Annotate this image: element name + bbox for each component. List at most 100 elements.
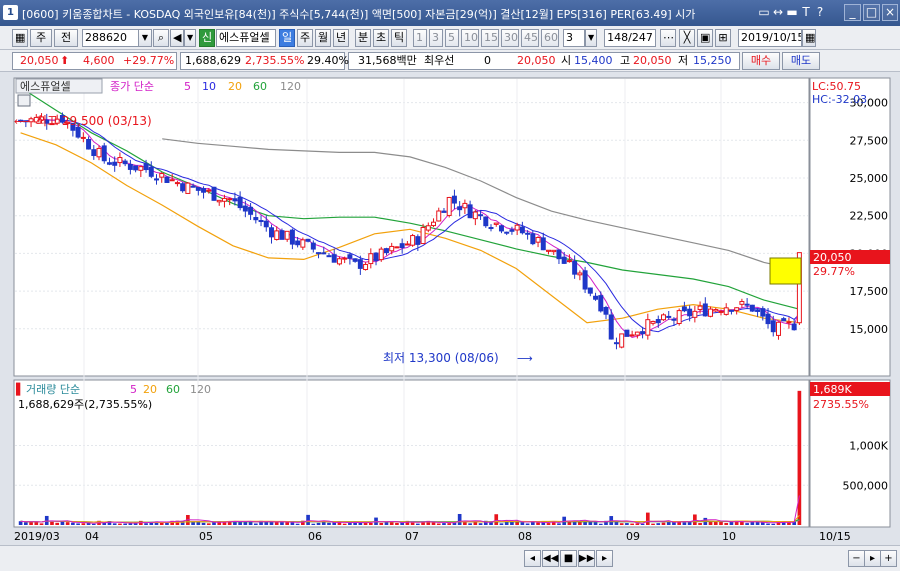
interval-5[interactable]: 5 (445, 29, 459, 47)
crosshair-icon[interactable]: ⋯ (660, 29, 676, 47)
candle-body (431, 221, 437, 227)
period-month[interactable]: 월 (315, 29, 331, 47)
zoom-out-button[interactable]: − (848, 550, 865, 567)
volume-bar (494, 514, 499, 525)
menu-select[interactable]: 주 (30, 29, 52, 47)
arrow-left-right-icon[interactable]: ↔ (771, 4, 785, 20)
volume-bar (144, 523, 148, 525)
volume-bar (771, 523, 776, 525)
candle-body (342, 257, 348, 260)
candle-body (462, 202, 468, 209)
volume-tick-label: 500,000 (843, 479, 889, 492)
candle-body (399, 243, 405, 249)
buy-button[interactable]: 매수 (742, 52, 780, 70)
chevron-down-icon[interactable]: ▼ (138, 29, 152, 47)
window-icon[interactable]: ▭ (757, 4, 771, 20)
new-badge: 신 (199, 29, 215, 47)
bar-icon[interactable]: ▬ (785, 4, 799, 20)
search-icon[interactable]: ⌕ (153, 29, 169, 47)
candle-body (117, 157, 123, 164)
volume-bar (65, 522, 70, 525)
close-button[interactable]: × (882, 4, 898, 21)
volume-bar (619, 523, 624, 525)
candle-body (572, 260, 578, 275)
best-label: 최우선 (424, 54, 455, 67)
volume-bar (651, 523, 655, 525)
highlight-box[interactable] (769, 257, 802, 285)
volume-bar (285, 522, 290, 525)
font-icon[interactable]: T (799, 4, 813, 20)
period-tick[interactable]: 틱 (391, 29, 407, 47)
period-second[interactable]: 초 (373, 29, 389, 47)
candle-body (310, 242, 316, 250)
interval-input[interactable]: 3 (563, 29, 585, 47)
vol-ma-period-120: 120 (190, 383, 211, 396)
volume-bar (698, 523, 702, 525)
volume-bar (755, 522, 760, 525)
zoom-in-button[interactable]: + (880, 550, 897, 567)
stop-button[interactable]: ■ (560, 550, 577, 567)
x-tick-label: 08 (518, 530, 532, 543)
prev-button[interactable]: ◀◀ (542, 550, 559, 567)
interval-3[interactable]: 3 (429, 29, 443, 47)
volume-bar (598, 523, 603, 525)
candle-body (420, 227, 426, 245)
calendar-icon[interactable]: ▦ (802, 29, 816, 47)
trend-icon[interactable]: ╳ (679, 29, 695, 47)
x-tick-label: 10 (722, 530, 736, 543)
current-volume-label: 1,689K (813, 383, 852, 396)
prev-select[interactable]: 전 (54, 29, 78, 47)
interval-1[interactable]: 1 (413, 29, 427, 47)
minimize-button[interactable]: _ (844, 4, 861, 21)
stock-code-input[interactable]: 288620 (82, 29, 140, 47)
interval-30[interactable]: 30 (501, 29, 519, 47)
last-button[interactable]: ▸ (596, 550, 613, 567)
candle-body (478, 214, 484, 217)
grid-icon[interactable]: ⊞ (715, 29, 731, 47)
date-input[interactable]: 2019/10/15 (738, 29, 802, 47)
interval-10[interactable]: 10 (461, 29, 479, 47)
volume-bar (661, 522, 666, 525)
sell-button[interactable]: 매도 (782, 52, 820, 70)
candle-body (242, 205, 248, 212)
chevron-down-icon[interactable]: ▼ (585, 29, 597, 47)
pan-right-button[interactable]: ▸ (864, 550, 881, 567)
turnover: 29.40% (307, 54, 349, 67)
speaker-icon[interactable]: ◀ (170, 29, 184, 47)
candle-body (708, 308, 714, 317)
x-tick-label: 06 (308, 530, 322, 543)
interval-60[interactable]: 60 (541, 29, 559, 47)
candle-body (206, 189, 212, 192)
chevron-down-icon[interactable]: ▼ (184, 29, 196, 47)
volume-bar (379, 522, 384, 525)
period-year[interactable]: 년 (333, 29, 349, 47)
ma-period-60: 60 (253, 80, 267, 93)
period-minute[interactable]: 분 (355, 29, 371, 47)
candle-body (80, 136, 86, 139)
candle-body (169, 179, 175, 182)
help-icon[interactable]: ? (813, 4, 827, 20)
stock-chart[interactable]: 15,00017,50020,00022,50025,00027,50030,0… (12, 75, 898, 545)
table-icon[interactable] (17, 94, 31, 107)
interval-45[interactable]: 45 (521, 29, 539, 47)
candle-body (451, 195, 457, 204)
candle-body (676, 310, 682, 324)
first-button[interactable]: ◂ (524, 550, 541, 567)
period-day[interactable]: 일 (279, 29, 295, 47)
next-button[interactable]: ▶▶ (578, 550, 595, 567)
current-pct-label: 29.77% (813, 265, 855, 278)
volume-bar (295, 523, 300, 525)
menu-icon[interactable]: ▦ (12, 29, 28, 47)
candle-body (91, 149, 97, 156)
maximize-button[interactable]: □ (863, 4, 880, 21)
volume-bar (750, 521, 755, 525)
candle-body (436, 210, 442, 222)
title-icons: ▭ ↔ ▬ T? (757, 4, 827, 20)
interval-15[interactable]: 15 (481, 29, 499, 47)
high-label: 고 (620, 54, 631, 67)
save-icon[interactable]: ▣ (697, 29, 713, 47)
ma-period-5: 5 (184, 80, 191, 93)
candle-body (525, 232, 531, 235)
volume-bar (635, 523, 640, 525)
period-week[interactable]: 주 (297, 29, 313, 47)
